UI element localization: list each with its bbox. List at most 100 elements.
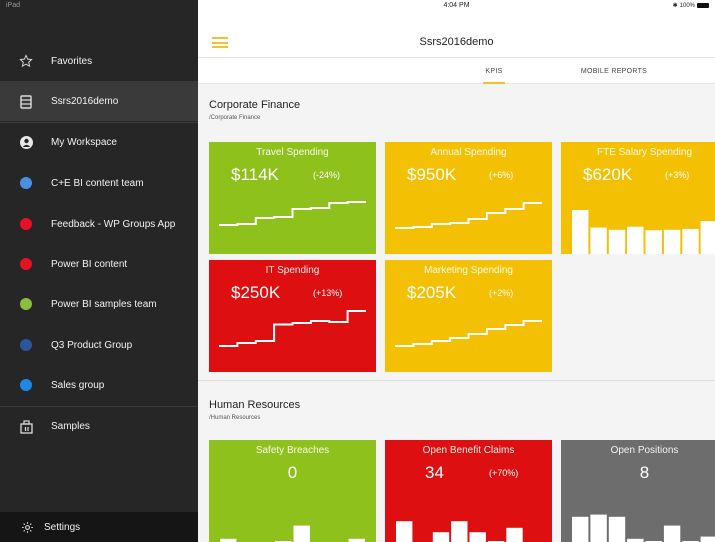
sidebar-item-label: Feedback - WP Groups App (51, 218, 176, 230)
sidebar-item-label: Q3 Product Group (51, 339, 133, 351)
kpi-value: $250K (231, 283, 281, 302)
section-path: /Corporate Finance (209, 115, 261, 121)
settings-button[interactable]: Settings (0, 512, 198, 542)
sidebar-item-feedback-wp-groups-app[interactable]: Feedback - WP Groups App (0, 204, 198, 244)
sidebar-item-samples[interactable]: Samples (0, 406, 198, 446)
kpi-change: (+6%) (489, 170, 514, 180)
kpi-tile-fte-salary-spending[interactable]: FTE Salary Spending $620K (+3%) (561, 142, 715, 254)
section-title: Human Resources (209, 399, 301, 411)
kpi-tile-it-spending[interactable]: IT Spending $250K (+13%) (209, 260, 376, 372)
section-divider (198, 380, 715, 381)
battery-icon (697, 3, 709, 8)
kpi-trend-line (395, 202, 542, 229)
star-icon (19, 54, 33, 68)
kpi-trend-bar (663, 525, 681, 542)
sidebar: iPad Favorites Ssrs2016demo My Workspace… (0, 0, 198, 542)
sidebar-item-label: Ssrs2016demo (51, 96, 119, 107)
kpi-title: Marketing Spending (424, 265, 513, 276)
samples-icon (19, 419, 33, 434)
kpi-title: Travel Spending (256, 147, 329, 158)
kpi-value: 8 (639, 463, 650, 482)
kpi-trend-bar (572, 516, 589, 542)
server-icon (19, 94, 33, 109)
kpi-trend-bar (608, 229, 626, 254)
kpi-trend-bar (469, 532, 486, 542)
sidebar-item-label: C+E BI content team (51, 177, 144, 189)
group-dot-icon (19, 217, 33, 231)
kpi-trend-line (219, 201, 366, 226)
group-dot-icon (19, 257, 33, 271)
kpi-trend-bar (627, 226, 644, 254)
settings-label: Settings (44, 521, 81, 533)
kpi-title: Safety Breaches (255, 445, 330, 456)
main-panel: 4:04 PM ✱ 100% Ssrs2016demo KPIS MOBILE … (198, 0, 715, 542)
sidebar-item-power-bi-content[interactable]: Power BI content (0, 244, 198, 284)
kpi-value: $620K (583, 165, 633, 184)
kpi-value: 0 (287, 463, 298, 482)
kpi-tile-marketing-spending[interactable]: Marketing Spending $205K (+2%) (385, 260, 552, 372)
kpi-tile-safety-breaches[interactable]: Safety Breaches 0 (209, 440, 376, 542)
battery-status: ✱ 100% (673, 2, 709, 9)
kpi-trend-line (395, 320, 542, 347)
kpi-tile-open-positions[interactable]: Open Positions 8 (561, 440, 715, 542)
kpi-trend-bar (572, 210, 589, 254)
kpi-title: FTE Salary Spending (596, 147, 693, 158)
page-title: Ssrs2016demo (419, 36, 494, 48)
kpi-title: IT Spending (265, 265, 320, 276)
device-label: iPad (6, 2, 21, 9)
sidebar-item-sales-group[interactable]: Sales group (0, 365, 198, 405)
kpi-trend-bar (700, 221, 715, 254)
group-dot-icon (19, 297, 33, 311)
sidebar-item-label: Favorites (51, 55, 93, 67)
user-icon (19, 136, 33, 150)
gear-icon (20, 520, 34, 534)
tab-kpis[interactable]: KPIS (481, 58, 507, 84)
kpi-value: $950K (407, 165, 457, 184)
sidebar-item-label: Power BI content (51, 258, 128, 270)
tab-bar: KPIS MOBILE REPORTS (198, 57, 715, 84)
kpi-trend-bar (682, 228, 699, 254)
kpi-title: Open Benefit Claims (422, 445, 515, 456)
group-dot-icon (19, 378, 33, 392)
section-path: /Human Resources (209, 415, 261, 421)
sidebar-item-q3-product-group[interactable]: Q3 Product Group (0, 325, 198, 365)
section-title: Corporate Finance (209, 99, 301, 111)
battery-percent: 100% (679, 2, 695, 9)
kpi-trend-bar (608, 516, 626, 542)
status-time: 4:04 PM (443, 2, 470, 9)
kpi-trend-line (219, 310, 366, 347)
tab-mobile-reports[interactable]: MOBILE REPORTS (568, 58, 660, 84)
kpi-trend-bar (590, 227, 607, 254)
kpi-trend-bar (645, 230, 662, 254)
kpi-trend-bar (700, 536, 715, 542)
bluetooth-icon: ✱ (672, 3, 678, 9)
sidebar-item-my-workspace[interactable]: My Workspace (0, 122, 198, 162)
kpi-change: (+70%) (489, 468, 519, 478)
sidebar-item-label: Samples (51, 421, 90, 432)
sidebar-item-favorites[interactable]: Favorites (0, 41, 198, 81)
sidebar-item-label: Power BI samples team (51, 298, 157, 310)
group-dot-icon (19, 176, 33, 190)
kpi-tile-open-benefit-claims[interactable]: Open Benefit Claims 34 (+70%) (385, 440, 552, 542)
kpi-trend-bar (293, 525, 310, 542)
kpi-tile-travel-spending[interactable]: Travel Spending $114K (-24%) (209, 142, 376, 254)
kpi-value: 34 (425, 463, 444, 482)
kpi-trend-bar (396, 521, 413, 542)
kpi-change: (+2%) (489, 288, 514, 298)
kpi-trend-bar (506, 527, 523, 542)
kpi-trend-bar (451, 521, 468, 542)
kpi-title: Annual Spending (430, 147, 507, 158)
sidebar-item-ssrs2016demo[interactable]: Ssrs2016demo (0, 81, 198, 121)
kpi-value: $205K (407, 283, 457, 302)
kpi-change: (+13%) (313, 288, 343, 298)
kpi-trend-bar (432, 532, 450, 542)
kpi-trend-bar (663, 229, 681, 254)
kpi-change: (-24%) (313, 170, 341, 180)
kpi-trend-bar (590, 514, 607, 542)
group-dot-icon (19, 338, 33, 352)
sidebar-item-ce-bi-content-team[interactable]: C+E BI content team (0, 163, 198, 203)
kpi-tile-annual-spending[interactable]: Annual Spending $950K (+6%) (385, 142, 552, 254)
sidebar-item-power-bi-samples-team[interactable]: Power BI samples team (0, 284, 198, 324)
kpi-change: (+3%) (665, 170, 690, 180)
sidebar-item-label: My Workspace (51, 137, 117, 148)
